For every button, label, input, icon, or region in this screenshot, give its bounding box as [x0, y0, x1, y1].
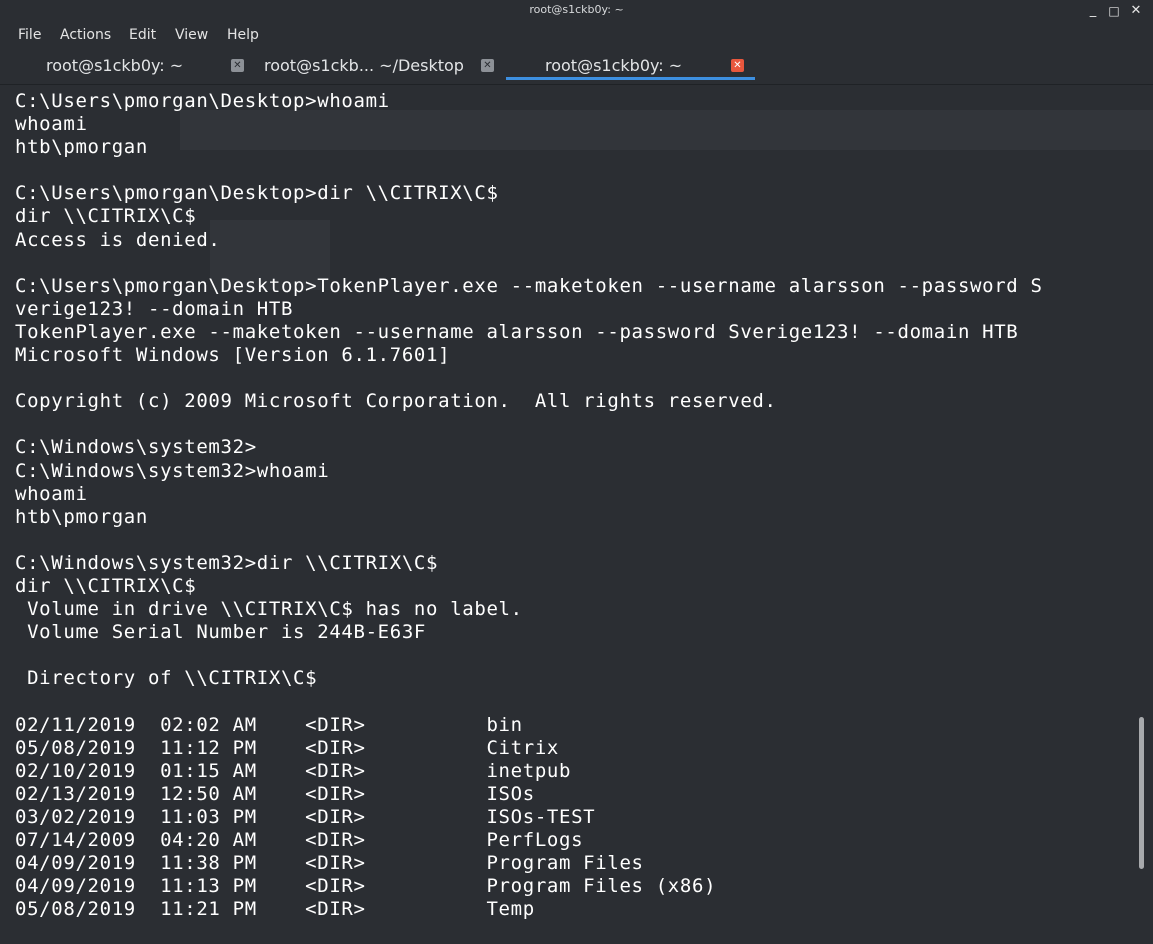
- terminal-line: C:\Windows\system32>dir \\CITRIX\C$: [15, 551, 439, 574]
- window-title: root@s1ckb0y: ~: [529, 3, 624, 16]
- terminal-line: Copyright (c) 2009 Microsoft Corporation…: [15, 390, 777, 413]
- menu-file[interactable]: File: [18, 27, 41, 43]
- terminal-output[interactable]: C:\Users\pmorgan\Desktop>whoami whoami htb…: [0, 85, 1136, 944]
- terminal-line: Volume in drive \\CITRIX\C$ has no label…: [15, 598, 523, 621]
- terminal-line: 05/08/2019 11:21 PM <DIR> Temp: [15, 898, 535, 921]
- terminal-line: 02/13/2019 12:50 AM <DIR> ISOs: [15, 782, 535, 805]
- tab-close-icon[interactable]: ✕: [731, 59, 744, 72]
- menu-help[interactable]: Help: [227, 27, 259, 43]
- scrollbar[interactable]: [1136, 85, 1153, 944]
- terminal-line: whoami: [15, 482, 88, 505]
- terminal-window: root@s1ckb0y: ~ _ □ ✕ File Actions Edit …: [0, 0, 1153, 944]
- menu-actions[interactable]: Actions: [60, 27, 111, 43]
- terminal-line: C:\Users\pmorgan\Desktop>whoami: [15, 90, 390, 112]
- terminal-line: 02/10/2019 01:15 AM <DIR> inetpub: [15, 759, 572, 782]
- tab-label: root@s1ckb... ~/Desktop: [264, 56, 464, 75]
- terminal-line: C:\Windows\system32>: [15, 436, 257, 459]
- terminal-line: 07/14/2009 04:20 AM <DIR> PerfLogs: [15, 829, 584, 851]
- menu-view[interactable]: View: [175, 27, 208, 43]
- close-button[interactable]: ✕: [1127, 2, 1145, 20]
- terminal-line: 04/09/2019 11:13 PM <DIR> Program Files …: [15, 875, 717, 898]
- tab-label: root@s1ckb0y: ~: [545, 56, 683, 75]
- active-tab-indicator: [506, 77, 755, 80]
- terminal-line: 03/02/2019 11:03 PM <DIR> ISOs-TEST: [15, 805, 596, 828]
- terminal-line: Volume Serial Number is 244B-E63F: [15, 621, 427, 644]
- terminal-line: htb\pmorgan: [15, 505, 148, 528]
- terminal-line: Access is denied.: [15, 228, 221, 251]
- terminal-line: verige123! --domain HTB: [15, 297, 294, 320]
- tab-1[interactable]: root@s1ckb0y: ~ ✕: [0, 48, 252, 82]
- minimize-button[interactable]: _: [1084, 2, 1102, 20]
- terminal-line: 04/09/2019 11:38 PM <DIR> Program Files: [15, 852, 644, 875]
- tab-2[interactable]: root@s1ckb... ~/Desktop ✕: [252, 48, 506, 82]
- tab-close-icon[interactable]: ✕: [231, 59, 244, 72]
- title-bar: root@s1ckb0y: ~ _ □ ✕: [0, 0, 1153, 22]
- terminal-line: Directory of \\CITRIX\C$: [15, 667, 318, 690]
- tab-close-icon[interactable]: ✕: [481, 59, 494, 72]
- menu-edit[interactable]: Edit: [129, 27, 156, 43]
- terminal-line: 05/08/2019 11:12 PM <DIR> Citrix: [15, 736, 560, 759]
- tab-label: root@s1ckb0y: ~: [46, 56, 184, 75]
- terminal-line: C:\Windows\system32>whoami: [15, 459, 330, 482]
- terminal-line: dir \\CITRIX\C$: [15, 574, 197, 597]
- terminal-line: C:\Users\pmorgan\Desktop>dir \\CITRIX\C$: [15, 182, 499, 205]
- menu-bar: File Actions Edit View Help: [0, 22, 1153, 48]
- terminal-line: Microsoft Windows [Version 6.1.7601]: [15, 344, 451, 367]
- terminal-line: dir \\CITRIX\C$: [15, 205, 197, 228]
- terminal-line: TokenPlayer.exe --maketoken --username a…: [15, 320, 1019, 343]
- terminal-text: C:\Users\pmorgan\Desktop>whoami whoami htb…: [15, 90, 1043, 921]
- terminal-line: 02/11/2019 02:02 AM <DIR> bin: [15, 713, 523, 736]
- scrollbar-thumb[interactable]: [1139, 717, 1144, 869]
- terminal-line: htb\pmorgan: [15, 136, 148, 159]
- maximize-button[interactable]: □: [1105, 2, 1123, 20]
- terminal-line: C:\Users\pmorgan\Desktop>TokenPlayer.exe…: [15, 274, 1043, 297]
- terminal-line: whoami: [15, 113, 88, 136]
